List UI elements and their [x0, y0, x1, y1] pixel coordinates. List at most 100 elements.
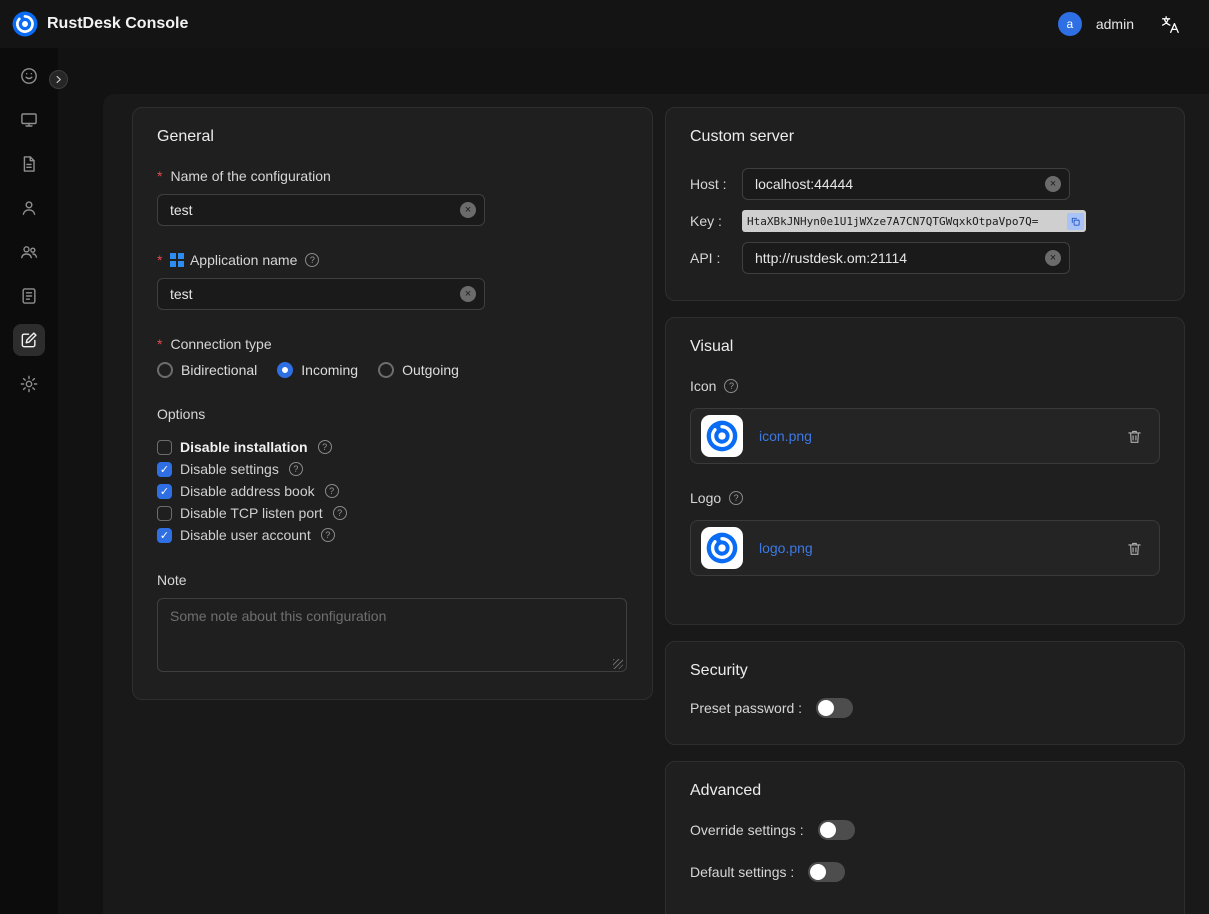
- general-card: General Name of the configuration Applic…: [132, 107, 653, 700]
- connection-type-label: Connection type: [157, 336, 628, 352]
- radio-bidirectional[interactable]: Bidirectional: [157, 362, 257, 378]
- checkbox-box-checked[interactable]: [157, 528, 172, 543]
- toggle-knob: [820, 822, 836, 838]
- app-body: General Name of the configuration Applic…: [0, 48, 1209, 914]
- api-input[interactable]: [742, 242, 1070, 274]
- api-row: API :: [690, 242, 1160, 274]
- icon-label: Icon: [690, 378, 1160, 394]
- config-name-field: [157, 194, 485, 226]
- radio-circle[interactable]: [378, 362, 394, 378]
- sidebar-expand-button[interactable]: [49, 70, 68, 89]
- brand: RustDesk Console: [12, 11, 188, 37]
- header-right: a admin: [1058, 12, 1181, 36]
- advanced-title: Advanced: [690, 782, 1160, 800]
- user-avatar[interactable]: a: [1058, 12, 1082, 36]
- logo-file-box: logo.png: [690, 520, 1160, 576]
- checkbox-box-checked[interactable]: [157, 462, 172, 477]
- icon-file-box: icon.png: [690, 408, 1160, 464]
- copy-icon[interactable]: [1067, 213, 1084, 230]
- general-title: General: [157, 128, 628, 146]
- clear-icon[interactable]: [1045, 250, 1061, 266]
- preset-password-label: Preset password :: [690, 700, 802, 716]
- note-textarea[interactable]: [157, 598, 627, 672]
- preset-password-row: Preset password :: [690, 698, 1160, 718]
- default-settings-label: Default settings :: [690, 864, 794, 880]
- radio-outgoing[interactable]: Outgoing: [378, 362, 459, 378]
- icon-file-link[interactable]: icon.png: [759, 428, 812, 444]
- config-name-label: Name of the configuration: [157, 168, 628, 184]
- clear-icon[interactable]: [460, 286, 476, 302]
- right-column: Custom server Host : Key : HtaXBkJNH: [665, 107, 1185, 914]
- key-value: HtaXBkJNHyn0e1U1jWXze7A7CN7QTGWqxkOtpaVp…: [747, 215, 1067, 228]
- checkbox-box[interactable]: [157, 440, 172, 455]
- rustdesk-logo-icon: [12, 11, 38, 37]
- translate-icon[interactable]: [1160, 14, 1181, 35]
- security-title: Security: [690, 662, 1160, 680]
- radio-circle[interactable]: [157, 362, 173, 378]
- radio-incoming[interactable]: Incoming: [277, 362, 358, 378]
- clear-icon[interactable]: [460, 202, 476, 218]
- checkbox-disable-user-account[interactable]: Disable user account: [157, 524, 628, 546]
- app-name-input[interactable]: [157, 278, 485, 310]
- clear-icon[interactable]: [1045, 176, 1061, 192]
- help-icon[interactable]: [318, 440, 332, 454]
- host-row: Host :: [690, 168, 1160, 200]
- sidebar-item-documents[interactable]: [13, 148, 45, 180]
- visual-title: Visual: [690, 338, 1160, 356]
- sidebar-item-groups[interactable]: [13, 236, 45, 268]
- help-icon[interactable]: [305, 253, 319, 267]
- radio-circle-selected[interactable]: [277, 362, 293, 378]
- sidebar-item-audit-log[interactable]: [13, 280, 45, 312]
- checkbox-box[interactable]: [157, 506, 172, 521]
- config-name-input[interactable]: [157, 194, 485, 226]
- checkbox-box-checked[interactable]: [157, 484, 172, 499]
- required-asterisk: [157, 336, 164, 352]
- visual-card: Visual Icon: [665, 317, 1185, 625]
- host-input[interactable]: [742, 168, 1070, 200]
- logo-file-link[interactable]: logo.png: [759, 540, 813, 556]
- username[interactable]: admin: [1096, 16, 1134, 32]
- help-icon[interactable]: [333, 506, 347, 520]
- connection-type-group: Bidirectional Incoming Outgoing: [157, 362, 628, 378]
- default-settings-row: Default settings :: [690, 862, 1160, 882]
- key-label: Key :: [690, 213, 742, 229]
- checkbox-disable-address-book[interactable]: Disable address book: [157, 480, 628, 502]
- sidebar-item-custom-client[interactable]: [13, 324, 45, 356]
- windows-icon: [170, 253, 184, 267]
- help-icon[interactable]: [321, 528, 335, 542]
- required-asterisk: [157, 168, 164, 184]
- logo-preview-image: [701, 527, 743, 569]
- help-icon[interactable]: [724, 379, 738, 393]
- checkbox-disable-tcp-listen-port[interactable]: Disable TCP listen port: [157, 502, 628, 524]
- host-label: Host :: [690, 176, 742, 192]
- security-card: Security Preset password :: [665, 641, 1185, 745]
- toggle-knob: [818, 700, 834, 716]
- default-settings-toggle[interactable]: [808, 862, 845, 882]
- advanced-card: Advanced Override settings : Default set…: [665, 761, 1185, 914]
- sidebar-item-users[interactable]: [13, 192, 45, 224]
- delete-icon[interactable]: [1126, 540, 1143, 557]
- main-content: General Name of the configuration Applic…: [58, 48, 1209, 914]
- override-settings-toggle[interactable]: [818, 820, 855, 840]
- preset-password-toggle[interactable]: [816, 698, 853, 718]
- checkbox-disable-settings[interactable]: Disable settings: [157, 458, 628, 480]
- content-panel: General Name of the configuration Applic…: [103, 94, 1209, 914]
- app-name-label: Application name: [157, 252, 628, 268]
- sidebar-item-devices[interactable]: [13, 104, 45, 136]
- api-label: API :: [690, 250, 742, 266]
- required-asterisk: [157, 252, 164, 268]
- logo-label: Logo: [690, 490, 1160, 506]
- key-field: HtaXBkJNHyn0e1U1jWXze7A7CN7QTGWqxkOtpaVp…: [742, 210, 1086, 232]
- checkbox-disable-installation[interactable]: Disable installation: [157, 436, 628, 458]
- app-title: RustDesk Console: [47, 15, 188, 33]
- custom-server-card: Custom server Host : Key : HtaXBkJNH: [665, 107, 1185, 301]
- sidebar-item-settings[interactable]: [13, 368, 45, 400]
- help-icon[interactable]: [729, 491, 743, 505]
- key-row: Key : HtaXBkJNHyn0e1U1jWXze7A7CN7QTGWqxk…: [690, 210, 1160, 232]
- delete-icon[interactable]: [1126, 428, 1143, 445]
- help-icon[interactable]: [289, 462, 303, 476]
- note-label: Note: [157, 572, 628, 588]
- app-header: RustDesk Console a admin: [0, 0, 1209, 48]
- sidebar-item-status[interactable]: [13, 60, 45, 92]
- help-icon[interactable]: [325, 484, 339, 498]
